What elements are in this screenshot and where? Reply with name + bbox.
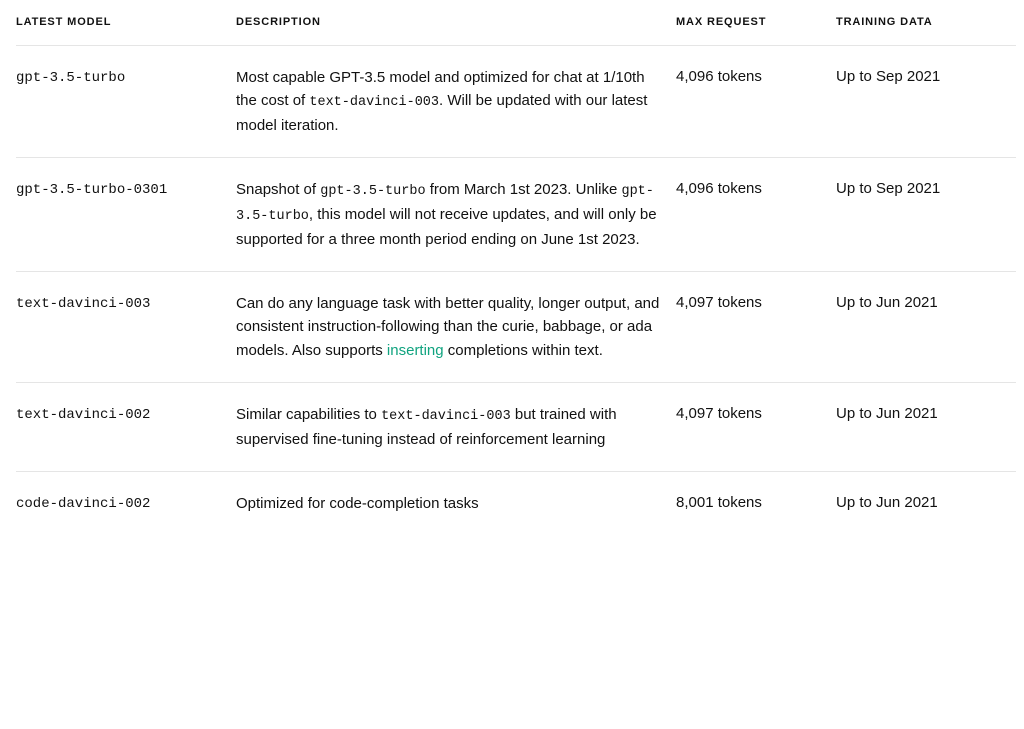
- col-header-model: LATEST MODEL: [16, 0, 236, 45]
- table-row: gpt-3.5-turbo-0301 Snapshot of gpt-3.5-tu…: [16, 157, 1016, 271]
- model-name-cell: text-davinci-003: [16, 272, 236, 383]
- training-data-cell: Up to Sep 2021: [836, 45, 1016, 157]
- description-cell: Can do any language task with better qua…: [236, 272, 676, 383]
- training-data-cell: Up to Sep 2021: [836, 157, 1016, 271]
- col-header-description: DESCRIPTION: [236, 0, 676, 45]
- table-body: gpt-3.5-turbo Most capable GPT-3.5 model …: [16, 45, 1016, 535]
- model-name: gpt-3.5-turbo-0301: [16, 182, 167, 198]
- inline-code: text-davinci-003: [381, 409, 511, 424]
- table-row: text-davinci-003 Can do any language task…: [16, 272, 1016, 383]
- training-data-cell: Up to Jun 2021: [836, 471, 1016, 535]
- max-request-cell: 8,001 tokens: [676, 471, 836, 535]
- models-table-container: LATEST MODEL DESCRIPTION MAX REQUEST TRA…: [0, 0, 1024, 535]
- table-row: code-davinci-002 Optimized for code-compl…: [16, 471, 1016, 535]
- training-data-cell: Up to Jun 2021: [836, 272, 1016, 383]
- description-cell: Most capable GPT-3.5 model and optimized…: [236, 45, 676, 157]
- description-text: Most capable GPT-3.5 model and optimized…: [236, 66, 660, 137]
- model-name-cell: gpt-3.5-turbo-0301: [16, 157, 236, 271]
- training-data-cell: Up to Jun 2021: [836, 382, 1016, 471]
- model-name: code-davinci-002: [16, 496, 150, 512]
- model-name-cell: gpt-3.5-turbo: [16, 45, 236, 157]
- model-name-cell: code-davinci-002: [16, 471, 236, 535]
- inline-code: text-davinci-003: [309, 95, 439, 110]
- model-name: text-davinci-002: [16, 407, 150, 423]
- description-text: Can do any language task with better qua…: [236, 292, 660, 362]
- description-text: Similar capabilities to text-davinci-003…: [236, 403, 660, 451]
- table-row: text-davinci-002 Similar capabilities to …: [16, 382, 1016, 471]
- description-text: Optimized for code-completion tasks: [236, 492, 660, 515]
- table-row: gpt-3.5-turbo Most capable GPT-3.5 model …: [16, 45, 1016, 157]
- inline-code: gpt-3.5-turbo: [320, 184, 425, 199]
- description-cell: Optimized for code-completion tasks: [236, 471, 676, 535]
- description-link[interactable]: inserting: [387, 342, 444, 359]
- description-cell: Snapshot of gpt-3.5-turbo from March 1st…: [236, 157, 676, 271]
- model-name-cell: text-davinci-002: [16, 382, 236, 471]
- table-header: LATEST MODEL DESCRIPTION MAX REQUEST TRA…: [16, 0, 1016, 45]
- max-request-cell: 4,096 tokens: [676, 157, 836, 271]
- col-header-max-request: MAX REQUEST: [676, 0, 836, 45]
- col-header-training-data: TRAINING DATA: [836, 0, 1016, 45]
- models-table: LATEST MODEL DESCRIPTION MAX REQUEST TRA…: [16, 0, 1016, 535]
- max-request-cell: 4,097 tokens: [676, 272, 836, 383]
- model-name: text-davinci-003: [16, 296, 150, 312]
- inline-code: gpt-3.5-turbo: [236, 184, 654, 224]
- description-cell: Similar capabilities to text-davinci-003…: [236, 382, 676, 471]
- description-text: Snapshot of gpt-3.5-turbo from March 1st…: [236, 178, 660, 251]
- max-request-cell: 4,097 tokens: [676, 382, 836, 471]
- model-name: gpt-3.5-turbo: [16, 70, 125, 86]
- max-request-cell: 4,096 tokens: [676, 45, 836, 157]
